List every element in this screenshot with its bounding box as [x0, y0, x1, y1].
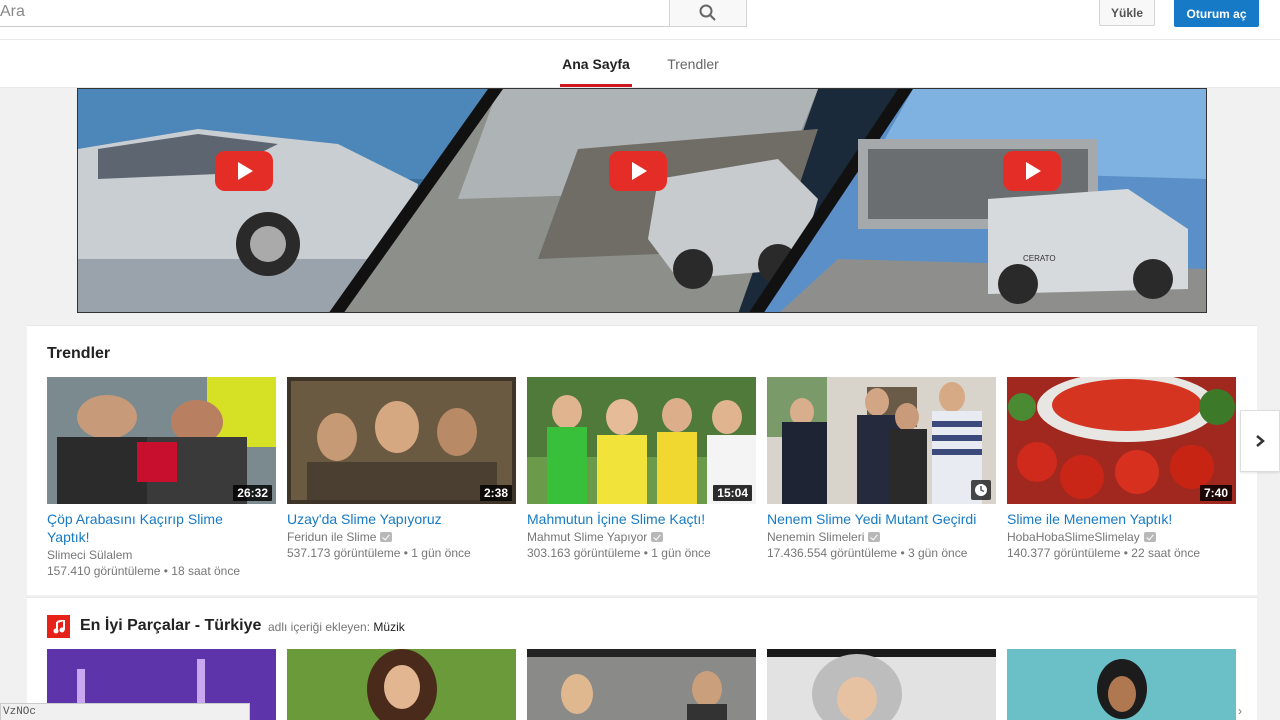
search-input[interactable]: Ara [0, 0, 670, 27]
video-thumbnail[interactable] [767, 377, 996, 504]
video-card[interactable]: 7:40 Slime ile Menemen Yaptık! HobaHobaS… [1007, 377, 1236, 562]
verified-icon [1143, 532, 1156, 542]
video-thumbnail[interactable] [287, 649, 516, 720]
video-thumbnail[interactable]: 2:38 [287, 377, 516, 504]
video-thumbnail[interactable] [767, 649, 996, 720]
upload-button[interactable]: Yükle [1099, 0, 1155, 26]
video-title[interactable]: Mahmutun İçine Slime Kaçtı! [527, 510, 756, 528]
verified-icon [651, 532, 664, 542]
verified-icon [380, 532, 393, 542]
channel-name[interactable]: Nenemin Slimeleri [767, 529, 996, 545]
video-title[interactable]: Çöp Arabasını Kaçırıp Slime Yaptık! [47, 510, 276, 546]
video-meta: 140.377 görüntüleme • 22 saat önce [1007, 546, 1201, 560]
video-thumbnail[interactable] [527, 649, 756, 720]
search-button[interactable] [669, 0, 747, 27]
channel-name[interactable]: HobaHobaSlimeSlimelay [1007, 529, 1236, 545]
play-icon[interactable] [215, 151, 273, 191]
feed-tabs: Ana Sayfa Trendler [0, 40, 1280, 88]
watch-later-icon[interactable] [971, 480, 991, 500]
shelf-title[interactable]: En İyi Parçalar - Türkiye [80, 617, 261, 635]
video-card[interactable]: 2:38 Uzay'da Slime Yapıyoruz Feridun ile… [287, 377, 516, 562]
attribution-link[interactable]: Müzik [373, 620, 404, 634]
video-duration: 15:04 [713, 485, 752, 501]
verified-icon [868, 532, 881, 542]
video-card[interactable]: 15:04 Mahmutun İçine Slime Kaçtı! Mahmut… [527, 377, 756, 562]
video-title[interactable]: Uzay'da Slime Yapıyoruz [287, 510, 516, 528]
tab-home[interactable]: Ana Sayfa [560, 40, 632, 88]
video-meta: 537.173 görüntüleme • 1 gün önce [287, 546, 471, 560]
search-icon [699, 4, 716, 21]
play-icon[interactable] [609, 151, 667, 191]
shelf-next-button[interactable] [1240, 410, 1280, 472]
video-title[interactable]: Nenem Slime Yedi Mutant Geçirdi [767, 510, 996, 528]
video-duration: 2:38 [479, 485, 512, 501]
video-thumbnail[interactable]: 7:40 [1007, 377, 1236, 504]
video-duration: 26:32 [233, 485, 272, 501]
music-note-icon [47, 615, 70, 638]
video-duration: 7:40 [1199, 485, 1232, 501]
video-thumbnail[interactable]: 26:32 [47, 377, 276, 504]
video-meta: 157.410 görüntüleme • 18 saat önce [47, 564, 241, 578]
video-thumbnail[interactable]: 15:04 [527, 377, 756, 504]
video-meta: 303.163 görüntüleme • 1 gün önce [527, 546, 711, 560]
video-card[interactable]: Nenem Slime Yedi Mutant Geçirdi Nenemin … [767, 377, 996, 562]
video-thumbnail[interactable] [1007, 649, 1236, 720]
banner-artwork: CERATO [78, 89, 1206, 312]
masthead: Ara Yükle Oturum aç [0, 0, 1280, 40]
video-title[interactable]: Slime ile Menemen Yaptık! [1007, 510, 1236, 528]
thumbnail-image [767, 377, 996, 504]
shelf-attribution: adlı içeriği ekleyen: Müzik [268, 620, 405, 634]
trending-shelf: Trendler 26:32 Çöp Arabasını Kaçırıp Sli… [27, 325, 1257, 595]
status-bar-url: VzNOc [0, 703, 250, 720]
music-shelf: En İyi Parçalar - Türkiye adlı içeriği e… [27, 597, 1257, 720]
channel-name[interactable]: Feridun ile Slime [287, 529, 516, 545]
shelf-title[interactable]: Trendler [47, 345, 110, 363]
video-card[interactable]: 26:32 Çöp Arabasını Kaçırıp Slime Yaptık!… [47, 377, 276, 580]
channel-name[interactable]: Mahmut Slime Yapıyor [527, 529, 756, 545]
signin-button[interactable]: Oturum aç [1174, 0, 1259, 27]
play-icon[interactable] [1003, 151, 1061, 191]
promo-banner[interactable]: CERATO [77, 88, 1207, 313]
channel-name[interactable]: Slimeci Sülalem [47, 547, 276, 563]
video-meta: 17.436.554 görüntüleme • 3 gün önce [767, 546, 968, 560]
chevron-right-icon[interactable]: › [1238, 704, 1242, 718]
chevron-right-icon [1256, 435, 1265, 447]
tab-trending[interactable]: Trendler [662, 40, 724, 88]
svg-text:CERATO: CERATO [1023, 254, 1056, 263]
